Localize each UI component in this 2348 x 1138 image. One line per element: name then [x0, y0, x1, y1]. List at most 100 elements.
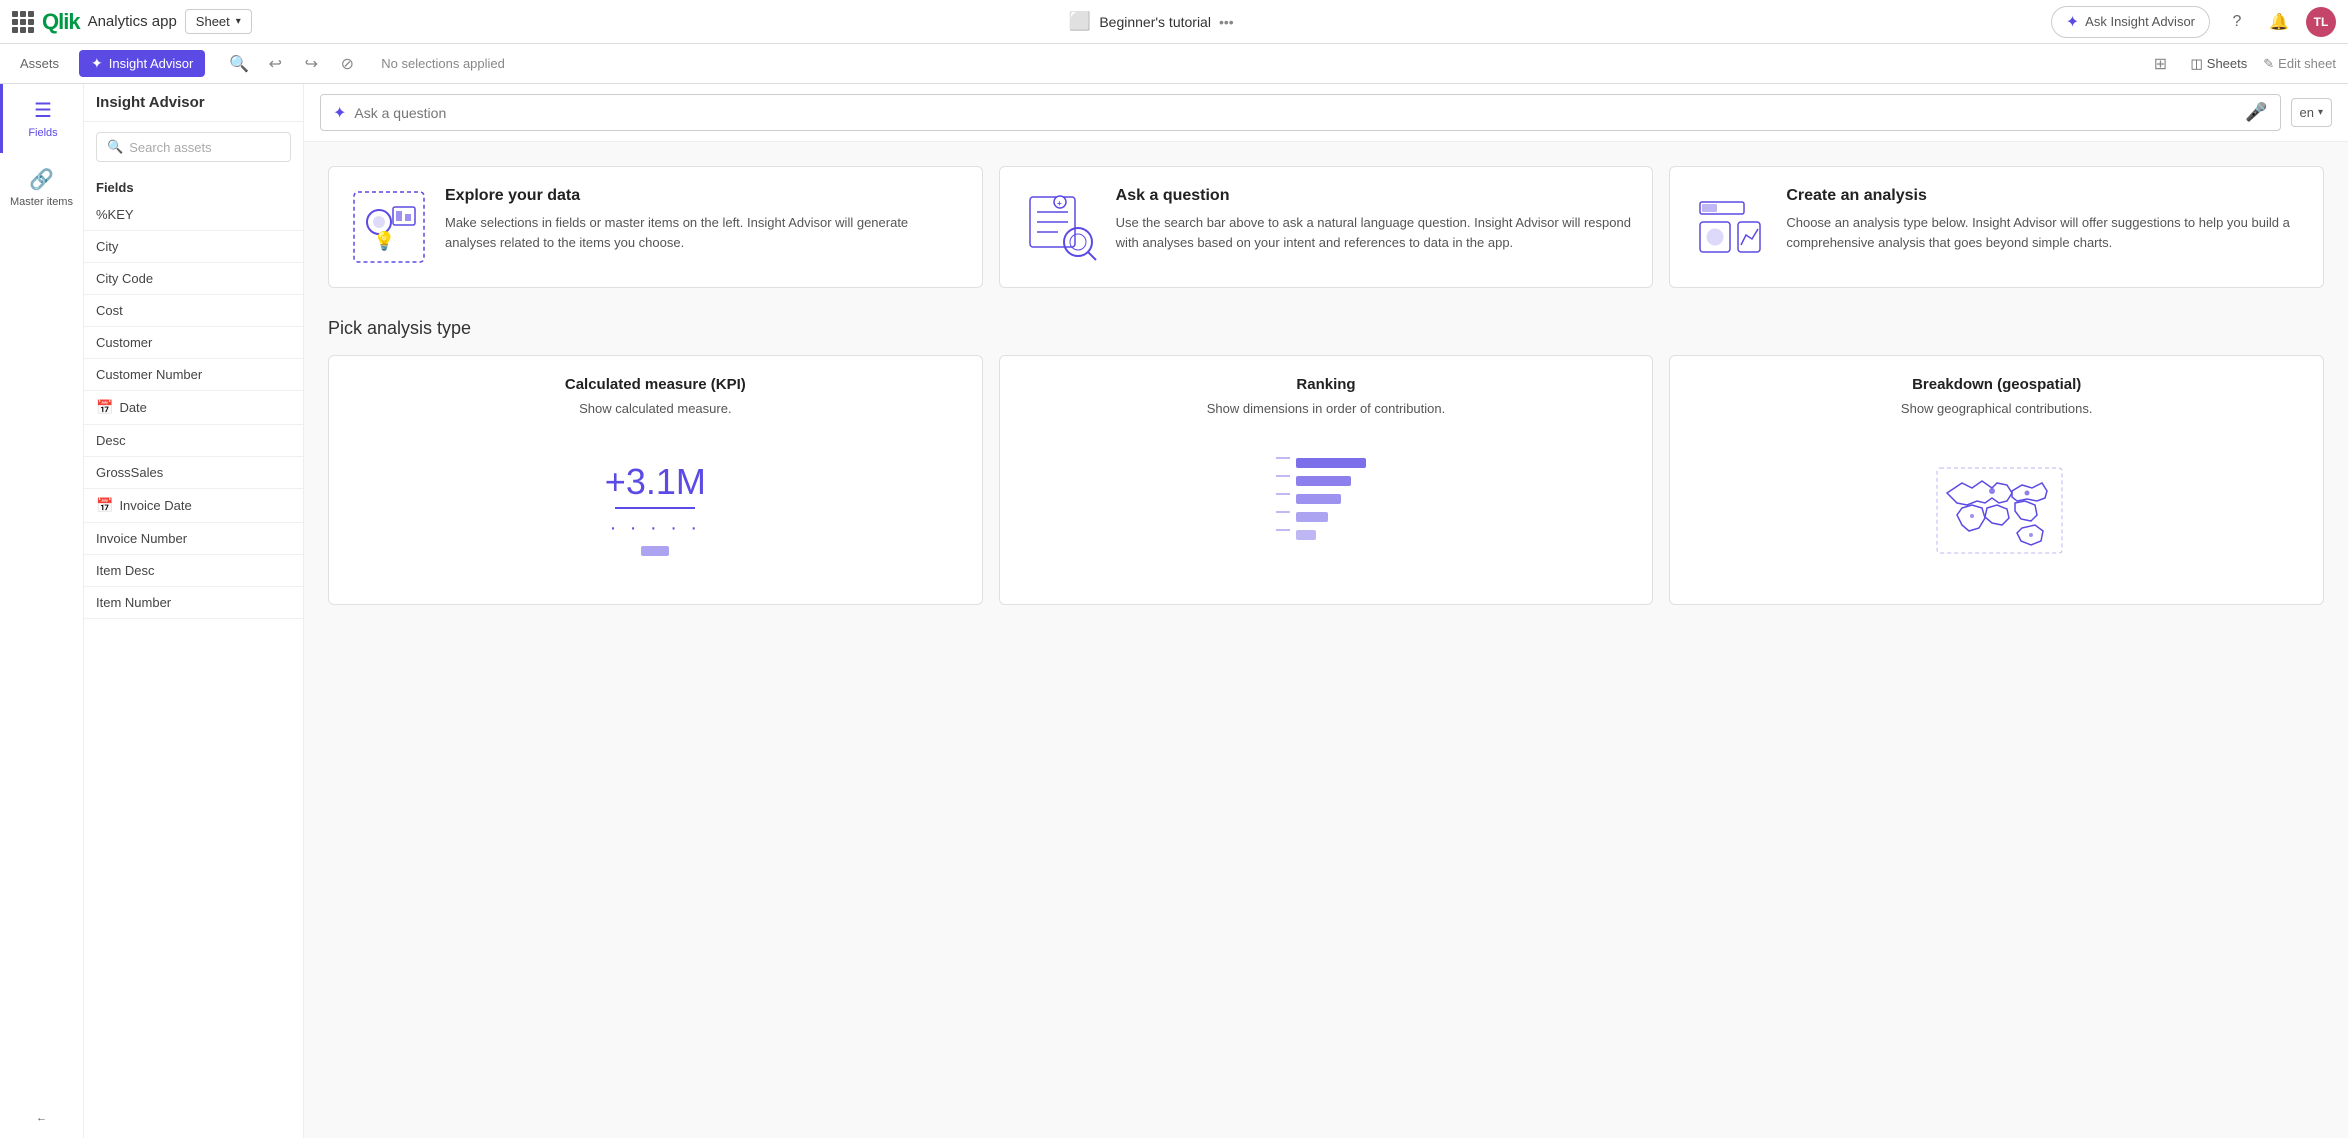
ask-question-card: + Ask a question Use the search bar abov… — [999, 166, 1654, 288]
sidebar-item-label: City Code — [96, 271, 153, 286]
sidebar-item-itemnumber[interactable]: Item Number — [84, 587, 303, 619]
tutorial-icon: ⬜ — [1069, 11, 1091, 32]
fields-icon: ☰ — [34, 98, 52, 123]
main-content: 💡 Explore your data Make selections in f… — [304, 142, 2348, 1138]
kpi-visual: +3.1M · · · · · — [605, 432, 706, 584]
ranking-svg — [1266, 448, 1386, 568]
fields-nav-item[interactable]: ☰ Fields — [0, 84, 83, 153]
kpi-card[interactable]: Calculated measure (KPI) Show calculated… — [328, 355, 983, 605]
edit-sheet-button[interactable]: ✎ Edit sheet — [2263, 56, 2336, 72]
ranking-card[interactable]: Ranking Show dimensions in order of cont… — [999, 355, 1654, 605]
ask-insight-advisor-button[interactable]: ✦ Ask Insight Advisor — [2051, 6, 2210, 38]
microphone-icon[interactable]: 🎤 — [2245, 102, 2267, 123]
clear-icon[interactable]: ⊘ — [333, 50, 361, 78]
sheet-dropdown[interactable]: Sheet ▾ — [185, 9, 252, 34]
language-label: en — [2300, 105, 2314, 120]
top-bar-left: Qlik Analytics app Sheet ▾ — [12, 9, 252, 35]
search-icon[interactable]: 🔍 — [225, 50, 253, 78]
top-bar-right: ✦ Ask Insight Advisor ? 🔔 TL — [2051, 6, 2336, 38]
calendar-icon: 📅 — [96, 497, 113, 514]
insight-advisor-tab[interactable]: ✦ Insight Advisor — [79, 50, 205, 77]
insight-advisor-tab-label: Insight Advisor — [109, 56, 194, 71]
collapse-panel-button[interactable]: ← — [0, 1098, 83, 1138]
app-menu-icon[interactable] — [12, 11, 34, 33]
search-assets-icon: 🔍 — [107, 139, 123, 155]
collapse-icon: ← — [36, 1112, 47, 1124]
sidebar-item-label: Item Number — [96, 595, 171, 610]
analysis-cards: Calculated measure (KPI) Show calculated… — [328, 355, 2324, 605]
explore-icon: 💡 — [349, 187, 429, 267]
analysis-section: Pick analysis type Calculated measure (K… — [328, 318, 2324, 605]
avatar[interactable]: TL — [2306, 7, 2336, 37]
sidebar-item-label: Customer — [96, 335, 152, 350]
sidebar-item-invoicenumber[interactable]: Invoice Number — [84, 523, 303, 555]
sidebar-item-cost[interactable]: Cost — [84, 295, 303, 327]
language-select[interactable]: en ▾ — [2291, 98, 2333, 127]
master-items-nav-item[interactable]: 🔗 Master items — [0, 153, 83, 222]
ask-question-icon: + — [1020, 187, 1100, 267]
ranking-visual — [1266, 432, 1386, 584]
create-desc: Choose an analysis type below. Insight A… — [1786, 213, 2303, 252]
geo-card[interactable]: Breakdown (geospatial) Show geographical… — [1669, 355, 2324, 605]
sidebar-item-customernumber[interactable]: Customer Number — [84, 359, 303, 391]
ask-question-input[interactable] — [354, 105, 2237, 121]
sidebar-item-city[interactable]: City — [84, 231, 303, 263]
geo-description: Show geographical contributions. — [1901, 401, 2093, 416]
chevron-down-icon: ▾ — [236, 16, 241, 27]
master-items-icon: 🔗 — [29, 167, 54, 192]
geo-visual — [1927, 432, 2067, 584]
sheets-icon: ◫ — [2190, 56, 2202, 72]
sidebar-item-percentkey[interactable]: %KEY — [84, 199, 303, 231]
create-title: Create an analysis — [1786, 187, 2303, 205]
create-analysis-icon — [1690, 187, 1770, 267]
sidebar-item-customer[interactable]: Customer — [84, 327, 303, 359]
ask-question-text: Ask a question Use the search bar above … — [1116, 187, 1633, 252]
sidebar-item-label: Desc — [96, 433, 126, 448]
explore-data-card: 💡 Explore your data Make selections in f… — [328, 166, 983, 288]
content-area: ✦ 🎤 en ▾ — [304, 84, 2348, 1138]
help-icon[interactable]: ? — [2222, 7, 2252, 37]
fields-section-label: Fields — [84, 172, 303, 199]
ask-insight-advisor-label: Ask Insight Advisor — [2085, 14, 2195, 29]
calendar-icon: 📅 — [96, 399, 113, 416]
search-assets-container[interactable]: 🔍 Search assets — [96, 132, 291, 162]
top-bar-center: ⬜ Beginner's tutorial ••• — [264, 11, 2039, 32]
forward-icon[interactable]: ↪ — [297, 50, 325, 78]
explore-desc: Make selections in fields or master item… — [445, 213, 962, 252]
second-bar: Assets ✦ Insight Advisor 🔍 ↩ ↪ ⊘ No sele… — [0, 44, 2348, 84]
sheet-label: Sheet — [196, 14, 230, 29]
sidebar-item-label: Date — [119, 400, 146, 415]
lang-chevron-icon: ▾ — [2318, 107, 2323, 118]
sidebar-item-label: %KEY — [96, 207, 134, 222]
sidebar: Insight Advisor 🔍 Search assets Fields %… — [84, 84, 304, 1138]
sidebar-item-invoicedate[interactable]: 📅 Invoice Date — [84, 489, 303, 523]
info-cards: 💡 Explore your data Make selections in f… — [328, 166, 2324, 288]
sidebar-item-itemdesc[interactable]: Item Desc — [84, 555, 303, 587]
kpi-title: Calculated measure (KPI) — [565, 376, 746, 393]
sidebar-item-label: City — [96, 239, 118, 254]
sidebar-item-citycode[interactable]: City Code — [84, 263, 303, 295]
svg-text:💡: 💡 — [373, 230, 395, 251]
create-analysis-text: Create an analysis Choose an analysis ty… — [1786, 187, 2303, 252]
edit-sheet-label: Edit sheet — [2278, 56, 2336, 71]
app-name: Analytics app — [88, 13, 177, 30]
sidebar-item-grosssales[interactable]: GrossSales — [84, 457, 303, 489]
main-layout: ☰ Fields 🔗 Master items ← Insight Adviso… — [0, 84, 2348, 1138]
ask-desc: Use the search bar above to ask a natura… — [1116, 213, 1633, 252]
assets-tab[interactable]: Assets — [12, 56, 67, 71]
geo-title: Breakdown (geospatial) — [1912, 376, 2081, 393]
back-icon[interactable]: ↩ — [261, 50, 289, 78]
notifications-icon[interactable]: 🔔 — [2264, 7, 2294, 37]
sidebar-item-date[interactable]: 📅 Date — [84, 391, 303, 425]
sidebar-item-desc[interactable]: Desc — [84, 425, 303, 457]
grid-view-icon[interactable]: ⊞ — [2146, 50, 2174, 78]
sidebar-item-label: Invoice Number — [96, 531, 187, 546]
explore-data-text: Explore your data Make selections in fie… — [445, 187, 962, 252]
kpi-bar — [605, 546, 706, 556]
ask-question-search[interactable]: ✦ 🎤 — [320, 94, 2281, 131]
ask-title: Ask a question — [1116, 187, 1633, 205]
fields-label: Fields — [28, 127, 57, 139]
svg-text:+: + — [1057, 199, 1062, 208]
sheets-button[interactable]: ◫ Sheets — [2190, 56, 2247, 72]
more-options-icon[interactable]: ••• — [1219, 14, 1234, 30]
